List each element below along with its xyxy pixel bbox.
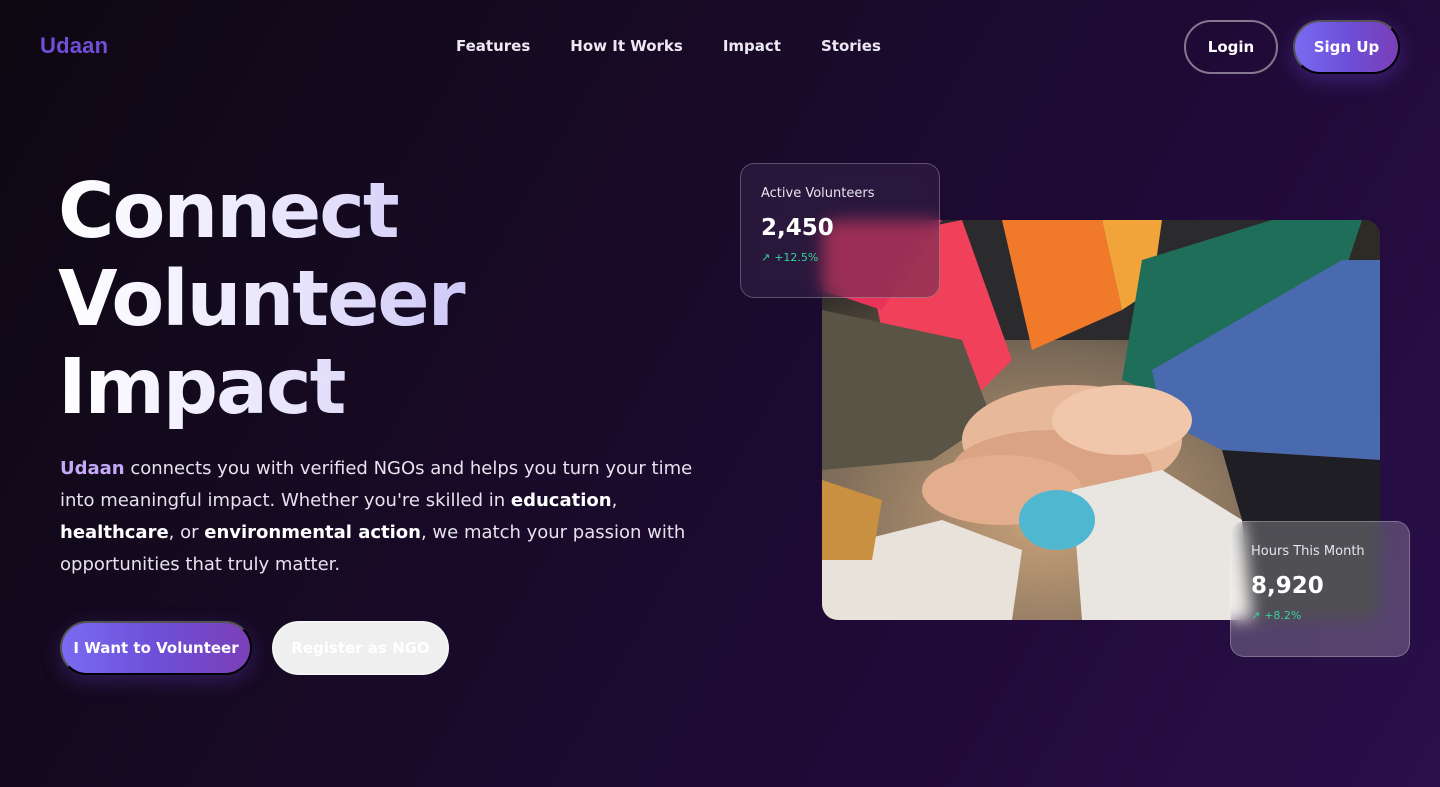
nav-links: Features How It Works Impact Stories xyxy=(456,37,881,55)
hero-title-line-2: Volunteer xyxy=(58,255,464,344)
hero-title: Connect Volunteer Impact xyxy=(58,168,618,432)
login-button[interactable]: Login xyxy=(1184,20,1278,74)
trend-up-arrow-icon: ↗ xyxy=(761,251,771,264)
volunteer-button[interactable]: I Want to Volunteer xyxy=(60,621,252,675)
stat-change: ↗ +8.2% xyxy=(1251,609,1389,622)
stat-label: Active Volunteers xyxy=(761,186,875,201)
nav-link-stories[interactable]: Stories xyxy=(821,37,881,55)
hero-description: Udaan connects you with verified NGOs an… xyxy=(60,453,700,581)
nav-link-how-it-works[interactable]: How It Works xyxy=(570,37,683,55)
description-environmental-action: environmental action xyxy=(204,522,421,543)
hero-title-line-1: Connect xyxy=(58,167,398,256)
description-text-2: , xyxy=(611,490,618,511)
nav-link-features[interactable]: Features xyxy=(456,37,530,55)
stat-label: Hours This Month xyxy=(1251,544,1365,559)
top-navigation: Udaan Features How It Works Impact Stori… xyxy=(0,0,1440,94)
register-ngo-button[interactable]: Register as NGO xyxy=(272,621,449,675)
trend-up-arrow-icon: ↗ xyxy=(1251,609,1261,622)
brand-logo[interactable]: Udaan xyxy=(40,33,108,59)
description-text-3: , or xyxy=(168,522,205,543)
stat-change-value: +12.5% xyxy=(774,251,819,264)
description-brand-word: Udaan xyxy=(60,458,125,479)
description-education: education xyxy=(510,490,612,511)
description-healthcare: healthcare xyxy=(60,522,169,543)
stat-card-active-volunteers: Active Volunteers 2,450 ↗ +12.5% xyxy=(740,163,940,298)
stat-change: ↗ +12.5% xyxy=(761,251,919,264)
stat-value: 2,450 xyxy=(761,215,834,241)
stat-change-value: +8.2% xyxy=(1264,609,1302,622)
stat-value: 8,920 xyxy=(1251,573,1324,599)
nav-link-impact[interactable]: Impact xyxy=(723,37,781,55)
hero-title-line-3: Impact xyxy=(58,343,345,432)
stat-card-hours-this-month: Hours This Month 8,920 ↗ +8.2% xyxy=(1230,521,1410,657)
signup-button[interactable]: Sign Up xyxy=(1293,20,1400,74)
